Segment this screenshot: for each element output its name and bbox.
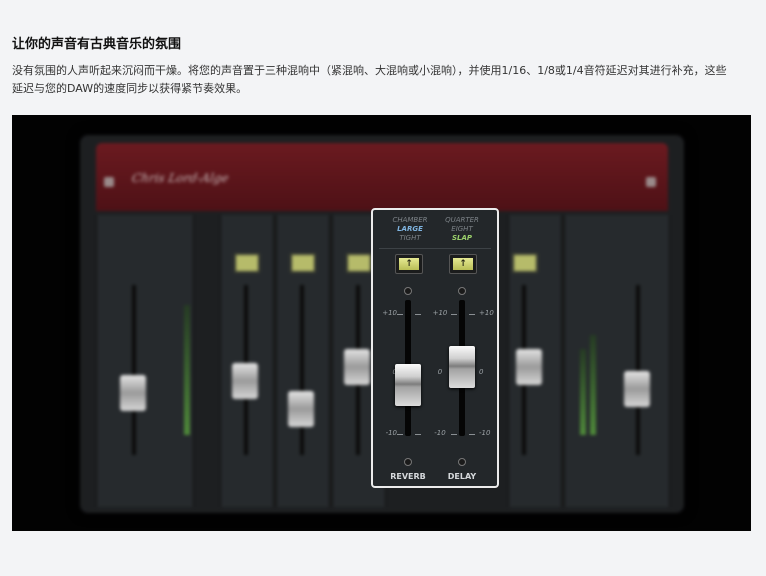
delay-bottom-screw-icon	[458, 458, 466, 466]
delay-fader[interactable]	[449, 346, 475, 389]
input-fader-track	[132, 285, 136, 455]
scale-mark-0-right: 0	[479, 368, 484, 376]
scale-tick	[469, 314, 475, 315]
reverb-mode-list: CHAMBER LARGE TIGHT	[385, 216, 435, 243]
reverb-fader[interactable]	[395, 364, 421, 407]
reverb-mode-tight[interactable]: TIGHT	[385, 234, 435, 243]
scale-mark-plus10-mid: +10	[432, 309, 448, 317]
reverb-bottom-screw-icon	[404, 458, 412, 466]
section-heading: 让你的声音有古典音乐的氛围	[12, 37, 182, 52]
reverb-mode-large[interactable]: LARGE	[385, 225, 435, 234]
strip-3-fader[interactable]	[344, 349, 370, 385]
delay-top-screw-icon	[458, 287, 466, 295]
delay-toggle-face: ↑	[453, 258, 473, 270]
input-strip	[96, 215, 194, 507]
strip-3-toggle[interactable]	[346, 253, 372, 273]
section-description: 没有氛围的人声听起来沉闷而干燥。将您的声音置于三种混响中（紧混响、大混响或小混响…	[12, 64, 727, 95]
output-meter-right	[590, 335, 596, 435]
header-right-knob-icon	[646, 177, 656, 187]
strip-1-fader[interactable]	[232, 363, 258, 399]
reverb-mode-chamber[interactable]: CHAMBER	[385, 216, 435, 225]
scale-tick	[451, 434, 457, 435]
delay-mode-quarter[interactable]: QUARTER	[437, 216, 487, 225]
reverb-toggle-face: ↑	[399, 258, 419, 270]
reverb-toggle-button[interactable]: ↑	[395, 254, 423, 274]
reverb-delay-panel: CHAMBER LARGE TIGHT QUARTER EIGHT SLAP ↑ ↑ +…	[371, 208, 499, 488]
strip-6-toggle[interactable]	[512, 253, 538, 273]
delay-toggle-button[interactable]: ↑	[449, 254, 477, 274]
scale-mark-minus10-right: -10	[479, 429, 491, 437]
scale-mark-0-mid: 0	[437, 368, 443, 376]
mode-divider	[379, 248, 491, 249]
strip-2-fader[interactable]	[288, 391, 314, 427]
plugin-brand-logo: Chris Lord-Alge	[130, 171, 230, 185]
input-meter	[184, 305, 190, 435]
scale-mark-minus10-mid: -10	[434, 429, 446, 437]
strip-2-toggle[interactable]	[290, 253, 316, 273]
output-meter-left	[580, 349, 586, 435]
up-arrow-icon: ↑	[405, 259, 413, 269]
scale-mark-plus10-left: +10	[382, 309, 397, 317]
scale-tick	[469, 434, 475, 435]
scale-tick	[415, 434, 421, 435]
scale-mark-plus10-right: +10	[479, 309, 494, 317]
strip-2-fader-track	[300, 285, 304, 455]
scale-tick	[415, 314, 421, 315]
strip-1-toggle[interactable]	[234, 253, 260, 273]
scale-tick	[451, 314, 457, 315]
output-fader-track	[636, 285, 640, 455]
scale-mark-minus10-left: -10	[385, 429, 397, 437]
scale-mark-0-left: 0	[375, 368, 397, 376]
scale-tick	[397, 434, 403, 435]
delay-mode-eight[interactable]: EIGHT	[437, 225, 487, 234]
output-fader[interactable]	[624, 371, 650, 407]
delay-label: DELAY	[447, 472, 477, 481]
reverb-top-screw-icon	[404, 287, 412, 295]
plugin-image: Chris Lord-Alge CHAMBER LARGE TIGHT QUARTE…	[12, 115, 751, 531]
header-left-knob-icon	[104, 177, 114, 187]
strip-6-fader[interactable]	[516, 349, 542, 385]
reverb-label: REVERB	[390, 472, 426, 481]
delay-mode-slap[interactable]: SLAP	[437, 234, 487, 243]
up-arrow-icon: ↑	[459, 259, 467, 269]
input-fader[interactable]	[120, 375, 146, 411]
scale-tick	[397, 314, 403, 315]
delay-mode-list: QUARTER EIGHT SLAP	[437, 216, 487, 243]
